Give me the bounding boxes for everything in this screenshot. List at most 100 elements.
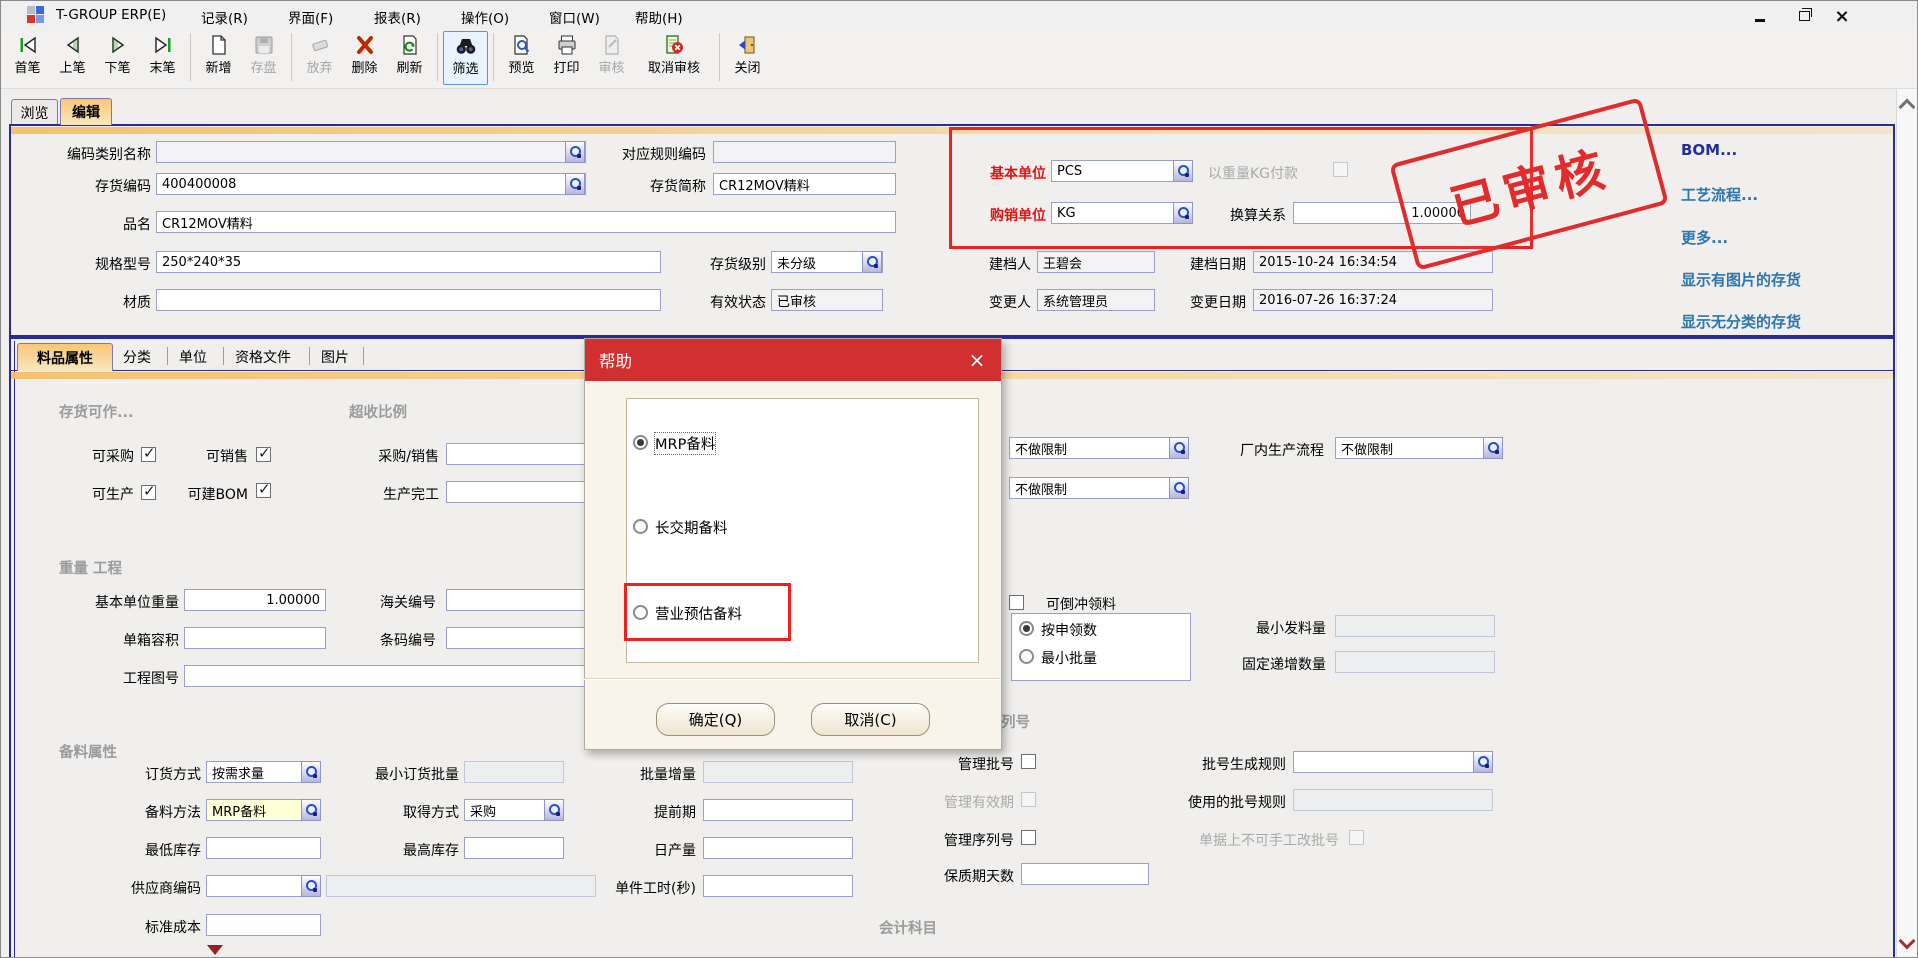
purchasable-checkbox[interactable] (141, 447, 156, 462)
spec-field[interactable]: 250*240*35 (156, 251, 661, 273)
vertical-scrollbar[interactable] (1896, 89, 1917, 957)
no-manual-batch-checkbox (1349, 830, 1364, 845)
prev-record-icon (60, 33, 86, 57)
acquire-lookup-button[interactable] (544, 799, 564, 821)
purchase-sale-label: 采购/销售 (351, 447, 439, 467)
spec-label: 规格型号 (41, 255, 151, 275)
scroll-down-icon[interactable] (1899, 933, 1916, 950)
by-request-radio[interactable] (1019, 621, 1034, 636)
shelf-life-field[interactable] (1021, 863, 1149, 885)
prep-method-lookup-button[interactable] (301, 799, 321, 821)
mrp-prep-option-label[interactable]: MRP备料 (655, 433, 715, 454)
mrp-prep-radio[interactable] (633, 435, 648, 450)
manage-serial-checkbox[interactable] (1021, 830, 1036, 845)
scroll-up-icon[interactable] (1899, 99, 1916, 116)
help-dialog-titlebar[interactable]: 帮助 (585, 339, 1001, 381)
supplier-lookup-button[interactable] (301, 875, 321, 897)
show-with-image-link[interactable]: 显示有图片的存货 (1681, 269, 1801, 290)
restore-button[interactable] (1793, 7, 1815, 25)
by-request-label: 按申领数 (1041, 621, 1141, 641)
next-record-button[interactable]: 下笔 (95, 31, 140, 85)
lead-time-field[interactable] (703, 799, 853, 821)
std-cost-field[interactable] (206, 914, 321, 936)
menu-help[interactable]: 帮助(H) (635, 7, 683, 27)
daily-output-field[interactable] (703, 837, 853, 859)
bom-link[interactable]: BOM... (1681, 141, 1737, 159)
limit-field-1-lookup-button[interactable] (1169, 437, 1189, 459)
product-name-field[interactable]: CR12MOV精料 (156, 211, 896, 233)
backflush-checkbox[interactable] (1009, 595, 1024, 610)
limit-field-2-lookup-button[interactable] (1169, 477, 1189, 499)
inv-code-lookup-button[interactable] (565, 173, 585, 195)
more-link[interactable]: 更多... (1681, 227, 1728, 248)
inv-abbr-field[interactable]: CR12MOV精料 (713, 173, 896, 195)
unit-hours-field[interactable] (703, 875, 853, 897)
subtab-separator (309, 347, 310, 365)
inv-code-field[interactable]: 400400008 (156, 173, 586, 195)
manage-batch-checkbox[interactable] (1021, 754, 1036, 769)
producible-checkbox[interactable] (141, 485, 156, 500)
tab-edit[interactable]: 编辑 (60, 98, 112, 125)
close-button[interactable]: 关闭 (725, 31, 770, 85)
barcode-label: 条码编号 (361, 631, 436, 651)
minimize-button[interactable] (1749, 7, 1771, 25)
limit-field-1[interactable]: 不做限制 (1009, 437, 1189, 459)
menu-record[interactable]: 记录(R) (201, 7, 248, 27)
delete-button[interactable]: 删除 (342, 31, 387, 85)
menu-window[interactable]: 窗口(W) (549, 7, 600, 27)
sellable-checkbox[interactable] (256, 447, 271, 462)
subtab-unit[interactable]: 单位 (179, 348, 223, 368)
code-category-lookup-button[interactable] (565, 141, 585, 163)
long-lead-prep-option-label[interactable]: 长交期备料 (655, 517, 728, 538)
subtab-classify[interactable]: 分类 (123, 348, 167, 368)
subtab-picture[interactable]: 图片 (321, 348, 365, 368)
subtab-properties[interactable]: 料品属性 (17, 343, 113, 371)
show-unclassified-link[interactable]: 显示无分类的存货 (1681, 311, 1801, 332)
prev-record-button[interactable]: 上笔 (50, 31, 95, 85)
long-lead-prep-radio[interactable] (633, 519, 648, 534)
sellable-label: 可销售 (186, 447, 248, 467)
process-flow-link[interactable]: 工艺流程... (1681, 184, 1758, 205)
tab-browse[interactable]: 浏览 (11, 99, 58, 126)
batch-rule-lookup-button[interactable] (1473, 751, 1493, 773)
last-record-button[interactable]: 末笔 (140, 31, 185, 85)
refresh-button[interactable]: 刷新 (387, 31, 432, 85)
close-window-button[interactable]: × (1831, 7, 1853, 25)
add-button[interactable]: 新增 (196, 31, 241, 85)
bom-allowed-checkbox[interactable] (256, 483, 271, 498)
help-dialog-close-icon[interactable]: × (965, 348, 989, 372)
scroll-hint-icon[interactable] (207, 945, 223, 955)
material-field[interactable] (156, 289, 661, 311)
code-category-field[interactable] (156, 141, 586, 163)
factory-flow-lookup-button[interactable] (1483, 437, 1503, 459)
help-dialog-divider (584, 678, 1000, 680)
daily-output-label: 日产量 (601, 841, 696, 861)
inv-level-lookup-button[interactable] (862, 251, 882, 273)
order-mode-lookup-button[interactable] (301, 761, 321, 783)
menu-bar: T-GROUP ERP(E) 记录(R) 界面(F) 报表(R) 操作(O) 窗… (1, 1, 1917, 29)
menu-interface[interactable]: 界面(F) (288, 7, 333, 27)
min-batch-radio[interactable] (1019, 649, 1034, 664)
menu-operation[interactable]: 操作(O) (461, 7, 509, 27)
menu-report[interactable]: 报表(R) (374, 7, 421, 27)
max-stock-field[interactable] (464, 837, 564, 859)
unit-weight-field[interactable]: 1.00000 (184, 589, 326, 611)
cancel-button[interactable]: 取消(C) (811, 703, 930, 736)
print-button[interactable]: 打印 (544, 31, 589, 85)
cancel-audit-button[interactable]: 取消审核 (634, 31, 714, 85)
first-record-icon (15, 33, 41, 57)
volume-field[interactable] (184, 627, 326, 649)
filter-button[interactable]: 筛选 (443, 31, 488, 85)
first-record-button[interactable]: 首笔 (5, 31, 50, 85)
subtab-qualification[interactable]: 资格文件 (235, 348, 313, 368)
min-stock-field[interactable] (206, 837, 321, 859)
menu-tgroup-erp[interactable]: T-GROUP ERP(E) (56, 7, 166, 23)
rule-code-field[interactable] (713, 141, 896, 163)
batch-rule-field[interactable] (1293, 751, 1493, 773)
factory-flow-field[interactable]: 不做限制 (1335, 437, 1503, 459)
limit-field-2[interactable]: 不做限制 (1009, 477, 1189, 499)
manage-serial-label: 管理序列号 (926, 831, 1014, 851)
binoculars-icon (453, 34, 479, 58)
preview-button[interactable]: 预览 (499, 31, 544, 85)
ok-button[interactable]: 确定(Q) (656, 703, 775, 736)
